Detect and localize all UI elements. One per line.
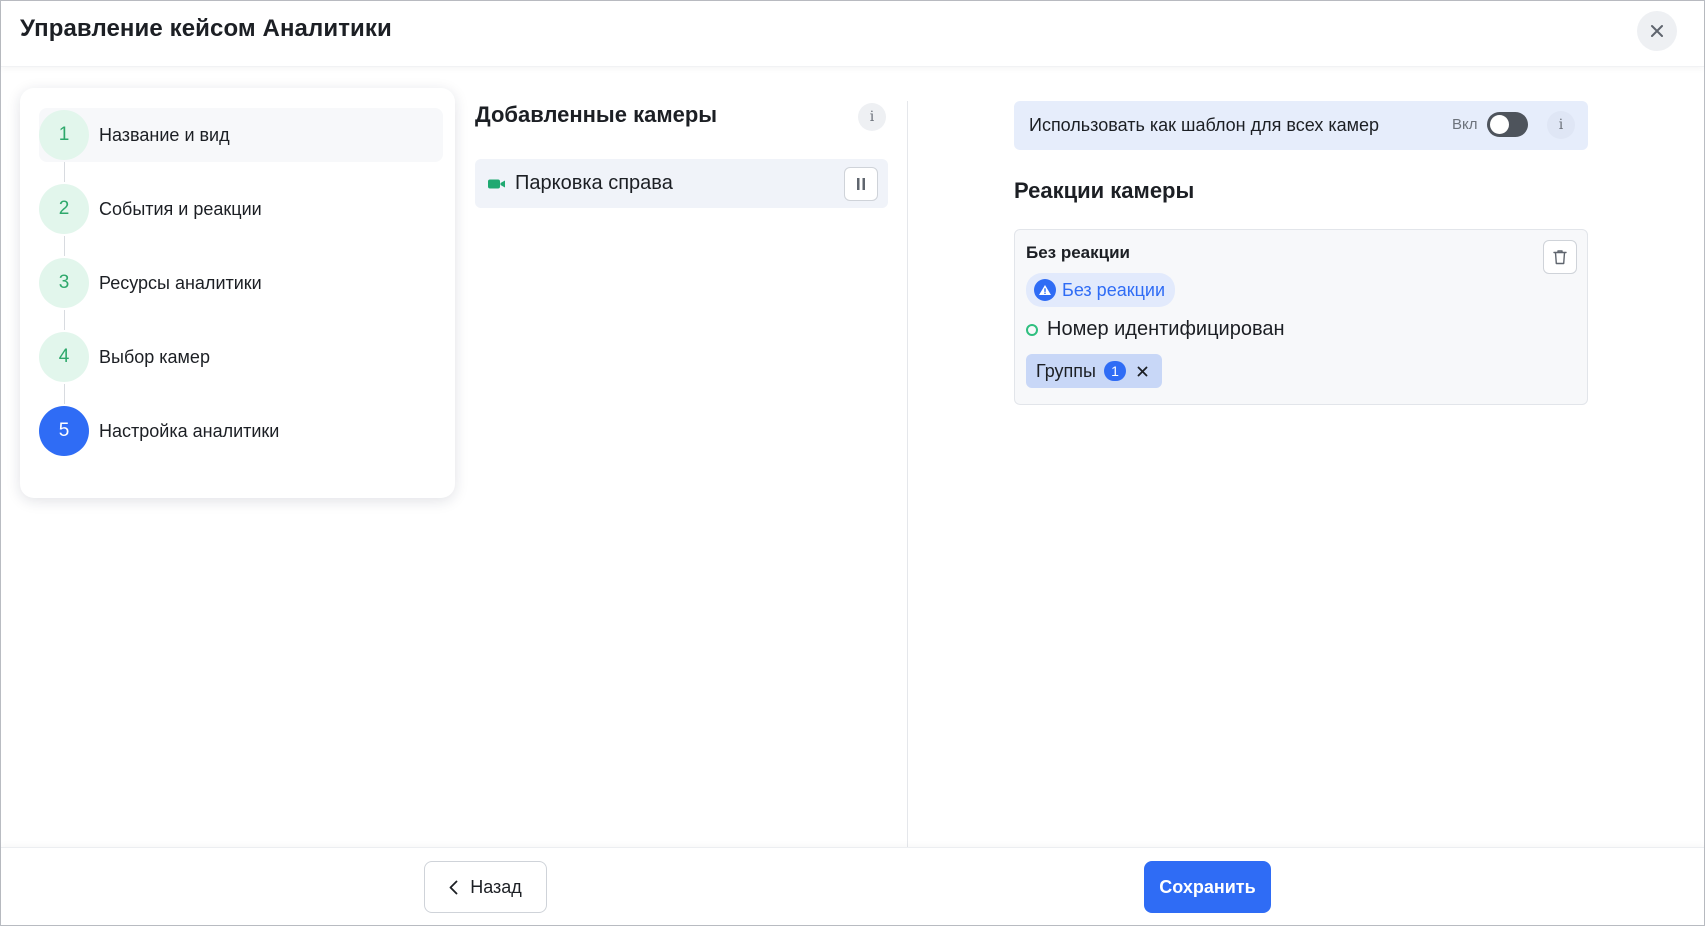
- event-label: Номер идентифицирован: [1047, 318, 1285, 340]
- remove-groups-button[interactable]: [1136, 364, 1150, 378]
- camera-reactions-title: Реакции камеры: [1014, 178, 1195, 203]
- info-icon: i: [1558, 117, 1564, 133]
- groups-count-badge: 1: [1103, 361, 1126, 381]
- step-1[interactable]: 1 Название и вид: [39, 108, 443, 162]
- step-label: Настройка аналитики: [99, 420, 280, 441]
- added-cameras-title: Добавленные камеры: [475, 102, 718, 127]
- reaction-card: Без реакции Без реакции Номер идентифици…: [1014, 229, 1588, 405]
- step-label: Название и вид: [99, 124, 230, 145]
- template-toggle[interactable]: [1487, 112, 1528, 137]
- close-icon: [1651, 25, 1663, 37]
- step-connector: [64, 310, 65, 330]
- info-icon: i: [869, 109, 875, 125]
- groups-chip[interactable]: Группы 1: [1026, 354, 1162, 388]
- toggle-knob: [1490, 115, 1509, 134]
- delete-reaction-button[interactable]: [1543, 240, 1577, 274]
- reaction-heading: Без реакции: [1026, 243, 1131, 262]
- wizard-stepper: 1 Название и вид 2 События и реакции 3 Р…: [20, 88, 455, 498]
- back-button-label: Назад: [470, 876, 522, 897]
- pause-camera-button[interactable]: [844, 167, 878, 201]
- step-4[interactable]: 4 Выбор камер: [39, 330, 443, 384]
- chevron-left-icon: [449, 880, 458, 894]
- step-connector: [64, 384, 65, 404]
- template-info-button[interactable]: i: [1547, 111, 1575, 139]
- cameras-info-button[interactable]: i: [858, 103, 886, 131]
- step-number: 1: [39, 110, 89, 160]
- reaction-type-chip[interactable]: Без реакции: [1026, 273, 1176, 307]
- step-label: Выбор камер: [99, 346, 210, 367]
- close-icon: [1138, 366, 1148, 376]
- video-camera-icon: [487, 177, 507, 191]
- groups-label: Группы: [1036, 360, 1096, 381]
- step-number: 5: [39, 406, 89, 456]
- step-5[interactable]: 5 Настройка аналитики: [39, 404, 443, 458]
- column-divider: [907, 101, 908, 852]
- camera-list-item[interactable]: Парковка справа: [475, 159, 888, 208]
- step-connector: [64, 236, 65, 256]
- step-label: Ресурсы аналитики: [99, 272, 262, 293]
- step-3[interactable]: 3 Ресурсы аналитики: [39, 256, 443, 310]
- template-label: Использовать как шаблон для всех камер: [1029, 115, 1380, 135]
- step-number: 2: [39, 184, 89, 234]
- event-item: Номер идентифицирован: [1026, 318, 1285, 341]
- step-number: 3: [39, 258, 89, 308]
- step-number: 4: [39, 332, 89, 382]
- save-button[interactable]: Сохранить: [1144, 861, 1271, 913]
- analytics-case-dialog: Управление кейсом Аналитики 1 Название и…: [0, 0, 1705, 926]
- reaction-chip-label: Без реакции: [1062, 279, 1166, 300]
- warning-icon: [1034, 279, 1056, 301]
- trash-icon: [1553, 250, 1567, 265]
- camera-name: Парковка справа: [515, 172, 673, 194]
- step-label: События и реакции: [99, 198, 262, 219]
- pause-icon: [857, 178, 865, 190]
- event-status-dot: [1026, 323, 1038, 336]
- back-button[interactable]: Назад: [424, 861, 547, 913]
- toggle-label: Вкл: [1452, 116, 1478, 133]
- step-2[interactable]: 2 События и реакции: [39, 182, 443, 236]
- dialog-title: Управление кейсом Аналитики: [20, 15, 392, 42]
- step-connector: [64, 162, 65, 182]
- template-setting-bar: Использовать как шаблон для всех камер В…: [1014, 101, 1588, 150]
- close-button[interactable]: [1637, 11, 1677, 51]
- dialog-footer: Назад Сохранить: [1, 847, 1704, 925]
- dialog-header: Управление кейсом Аналитики: [1, 1, 1704, 67]
